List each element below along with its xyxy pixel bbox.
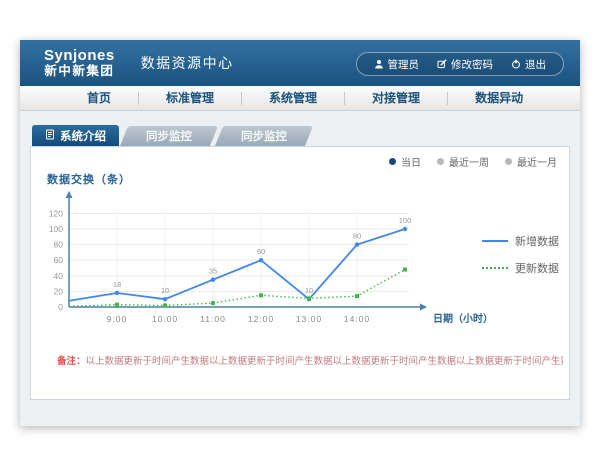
x-axis-arrow-icon: [420, 304, 427, 311]
x-tick-label: 14:00: [344, 314, 370, 324]
radio-dot-icon: [437, 158, 444, 165]
range-filter: 当日 最近一周 最近一月: [389, 154, 557, 169]
data-point-label: 35: [209, 267, 217, 276]
tab-2[interactable]: 同步监控: [215, 126, 313, 146]
y-tick-label: 100: [49, 224, 63, 234]
footnote-text: 以上数据更新于时间产生数据以上数据更新于时间产生数据以上数据更新于时间产生数据以…: [86, 356, 563, 367]
y-tick-label: 60: [54, 255, 64, 265]
user-icon: [374, 59, 384, 69]
x-tick-label: 13:00: [296, 314, 322, 324]
content-area: 系统介绍 同步监控 同步监控 当日 最近一周 最近一月 数据交换（条） 0 20 40 60 8…: [20, 111, 580, 400]
tab-label: 同步监控: [241, 128, 287, 144]
line-chart: 0 20 40 60 80 100 120 9:00 10:00 11:00 12:00 13:00 1…: [39, 189, 499, 344]
legend-item-1: 更新数据: [482, 260, 559, 276]
legend-label: 新增数据: [515, 233, 559, 249]
user-menu-button[interactable]: 管理员: [365, 57, 429, 72]
power-icon: [511, 59, 521, 69]
footnote: 备注：以上数据更新于时间产生数据以上数据更新于时间产生数据以上数据更新于时间产生…: [57, 353, 563, 367]
data-point-marker: [115, 303, 119, 307]
data-point-marker: [211, 278, 215, 282]
brand-logo: Synjones 新中新集团: [44, 47, 115, 79]
nav-item-1[interactable]: 标准管理: [139, 92, 242, 105]
range-option-label: 当日: [401, 154, 421, 169]
y-tick-label: 20: [54, 286, 64, 296]
legend-item-0: 新增数据: [482, 233, 559, 249]
data-point-marker: [259, 293, 263, 297]
x-tick-label: 10:00: [152, 314, 178, 324]
edit-icon: [437, 59, 447, 69]
tab-1[interactable]: 同步监控: [120, 126, 218, 146]
radio-dot-icon: [505, 158, 512, 165]
range-option-label: 最近一月: [517, 154, 557, 169]
nav-item-0[interactable]: 首页: [60, 92, 139, 105]
legend-line-icon: [482, 240, 508, 242]
data-point-marker: [355, 294, 359, 298]
range-option-2[interactable]: 最近一月: [505, 154, 557, 169]
nav-item-2[interactable]: 系统管理: [242, 92, 345, 105]
brand-logo-text: Synjones: [44, 47, 115, 64]
data-point-marker: [211, 301, 215, 305]
range-option-label: 最近一周: [449, 154, 489, 169]
data-point-label: 60: [257, 247, 265, 256]
data-point-label: 10: [305, 286, 313, 295]
nav-item-4[interactable]: 数据异动: [448, 92, 550, 105]
chart-legend: 新增数据更新数据: [482, 233, 559, 287]
data-point-marker: [115, 291, 119, 295]
y-tick-label: 0: [58, 302, 63, 312]
radio-dot-icon: [389, 158, 396, 165]
user-label: 管理员: [388, 57, 420, 72]
data-point-marker: [307, 296, 311, 300]
range-option-1[interactable]: 最近一周: [437, 154, 489, 169]
range-option-0[interactable]: 当日: [389, 154, 421, 169]
y-tick-label: 40: [54, 271, 64, 281]
tab-bar: 系统介绍 同步监控 同步监控: [32, 125, 580, 146]
app-window: Synjones 新中新集团 数据资源中心 管理员 修改密码 退出 首页标准管理…: [20, 40, 580, 426]
data-point-label: 80: [353, 232, 361, 241]
x-tick-label: 12:00: [248, 314, 274, 324]
footnote-label: 备注：: [57, 356, 86, 367]
data-point-label: 18: [113, 280, 121, 289]
data-point-marker: [403, 227, 407, 231]
data-point-marker: [259, 258, 263, 262]
legend-line-icon: [482, 267, 508, 269]
y-axis-title: 数据交换（条）: [47, 171, 131, 187]
data-point-marker: [355, 242, 359, 246]
logout-button[interactable]: 退出: [502, 57, 555, 72]
data-point-label: 10: [161, 286, 169, 295]
change-password-button[interactable]: 修改密码: [428, 57, 502, 72]
tab-label: 系统介绍: [60, 128, 106, 144]
x-axis-title: 日期（小时）: [433, 312, 493, 325]
y-axis-arrow-icon: [66, 191, 73, 198]
change-password-label: 修改密码: [451, 57, 493, 72]
main-nav: 首页标准管理系统管理对接管理数据异动: [20, 86, 580, 111]
data-point-marker: [403, 268, 407, 272]
data-point-label: 100: [399, 216, 412, 225]
user-toolbar: 管理员 修改密码 退出: [356, 52, 565, 76]
legend-label: 更新数据: [515, 260, 559, 276]
document-icon: [45, 129, 55, 143]
chart-panel: 当日 最近一周 最近一月 数据交换（条） 0 20 40 60 80 100 120 9:00 10…: [30, 146, 570, 400]
y-tick-label: 80: [54, 240, 64, 250]
x-tick-label: 9:00: [107, 314, 128, 324]
tab-label: 同步监控: [146, 128, 192, 144]
nav-item-3[interactable]: 对接管理: [345, 92, 448, 105]
logout-label: 退出: [525, 57, 546, 72]
data-point-marker: [163, 297, 167, 301]
app-header: Synjones 新中新集团 数据资源中心 管理员 修改密码 退出: [20, 40, 580, 86]
brand-logo-subtext: 新中新集团: [44, 64, 115, 78]
x-tick-label: 11:00: [200, 314, 226, 324]
app-title: 数据资源中心: [141, 53, 234, 73]
tab-0[interactable]: 系统介绍: [32, 125, 119, 146]
y-tick-label: 120: [49, 208, 63, 218]
data-point-marker: [163, 303, 167, 307]
